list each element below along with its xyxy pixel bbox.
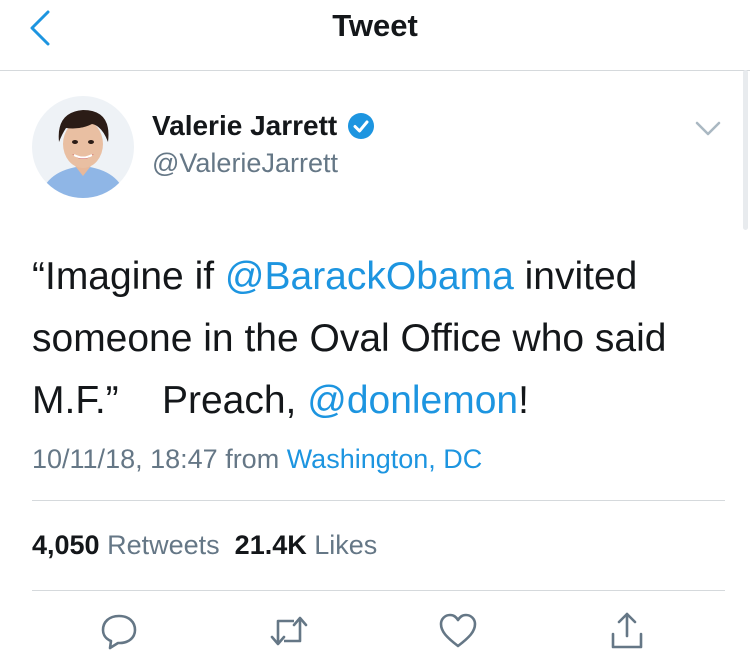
tweet-meta: 10/11/18, 18:47 from Washington, DC [32, 444, 482, 475]
tweet-text: “Imagine if @BarackObama invited someone… [32, 246, 732, 432]
chevron-down-icon[interactable] [692, 116, 724, 140]
mention-link[interactable]: @BarackObama [225, 255, 514, 298]
engagement-stats: 4,050 Retweets 21.4K Likes [32, 530, 377, 561]
like-button[interactable] [433, 606, 483, 656]
mention-link[interactable]: @donlemon [307, 379, 518, 422]
share-button[interactable] [602, 606, 652, 656]
verified-badge-icon [348, 113, 375, 139]
from-label: from [225, 444, 280, 474]
retweet-icon [270, 616, 308, 646]
scrollbar[interactable] [743, 70, 748, 230]
divider [32, 590, 725, 591]
likes-count: 21.4K [234, 530, 307, 560]
avatar[interactable] [32, 96, 134, 198]
top-bar: Tweet [0, 0, 750, 71]
reply-button[interactable] [94, 606, 144, 656]
likes-label: Likes [314, 530, 378, 560]
retweets-count: 4,050 [32, 530, 100, 560]
page-title: Tweet [332, 8, 418, 43]
retweets-label: Retweets [107, 530, 220, 560]
reply-icon [101, 614, 137, 650]
share-icon [611, 612, 643, 649]
likes-stat[interactable]: 21.4K Likes [235, 530, 378, 560]
like-icon [439, 613, 477, 648]
retweets-stat[interactable]: 4,050 Retweets [32, 530, 220, 560]
tweet-text-part: “Imagine if [32, 255, 225, 298]
action-bar [0, 606, 750, 660]
retweet-button[interactable] [264, 606, 314, 656]
author-row: Valerie Jarrett [152, 110, 375, 142]
author-handle[interactable]: @ValerieJarrett [152, 148, 338, 179]
tweet-text-part: ! [518, 379, 529, 422]
divider [32, 500, 725, 501]
timestamp: 10/11/18, 18:47 [32, 444, 218, 474]
location-link[interactable]: Washington, DC [287, 444, 483, 474]
author-name[interactable]: Valerie Jarrett [152, 110, 337, 142]
